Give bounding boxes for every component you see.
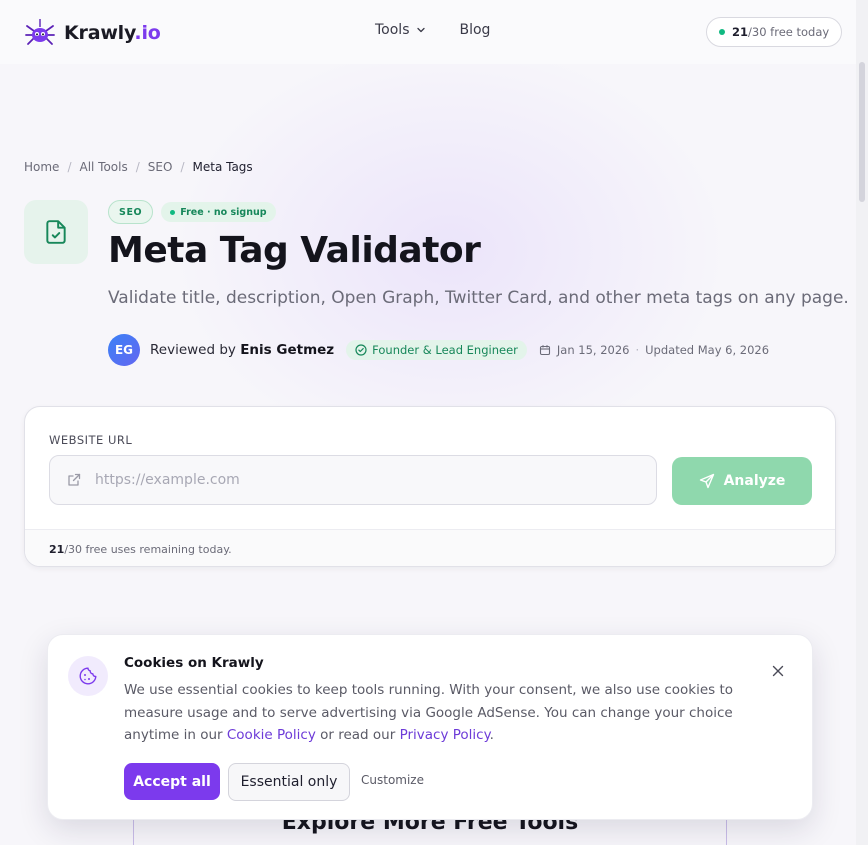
close-icon (772, 665, 784, 677)
check-circle-icon (355, 344, 367, 356)
usage-remaining-text: /30 free uses remaining today. (64, 542, 232, 556)
brand-name: Krawly.io (64, 22, 161, 44)
calendar-icon (539, 345, 550, 356)
avatar: EG (108, 334, 140, 366)
scrollbar-thumb[interactable] (859, 62, 865, 202)
reviewed-by-text: Reviewed by Enis Getmez (150, 342, 335, 358)
usage-remaining: 21/30 free uses remaining today. (25, 529, 835, 566)
category-badge: SEO (108, 200, 154, 224)
cookie-icon (68, 656, 108, 696)
accept-all-button[interactable]: Accept all (124, 763, 220, 800)
chevron-down-icon (416, 27, 425, 33)
publish-dates: Jan 15, 2026 · Updated May 6, 2026 (539, 343, 769, 357)
usage-counter-text: 21/30 free today (732, 25, 830, 39)
updated-date: Updated May 6, 2026 (645, 343, 770, 357)
date-separator: · (635, 343, 640, 357)
analyze-button-label: Analyze (723, 473, 786, 489)
analyze-button[interactable]: Analyze (672, 457, 812, 505)
url-field-label: WEBSITE URL (49, 433, 133, 447)
breadcrumb-separator: / (67, 160, 72, 174)
reviewer-name: Enis Getmez (240, 342, 335, 358)
tool-badges: SEO Free · no signup (108, 200, 276, 224)
breadcrumb-home[interactable]: Home (24, 160, 59, 174)
status-dot (170, 209, 176, 215)
nav-blog[interactable]: Blog (460, 22, 491, 38)
free-badge: Free · no signup (161, 202, 276, 222)
nav-tools-label: Tools (375, 22, 410, 38)
site-header: Krawly.io Tools Blog 21/30 free today (0, 0, 856, 64)
customize-button[interactable]: Customize (361, 773, 424, 787)
breadcrumb-separator: / (135, 160, 140, 174)
file-check-icon (46, 220, 66, 244)
breadcrumb-current: Meta Tags (192, 160, 253, 174)
cookie-banner: Cookies on Krawly We use essential cooki… (47, 634, 813, 820)
url-input-wrapper[interactable] (49, 455, 657, 505)
cookie-banner-text: We use essential cookies to keep tools r… (124, 682, 734, 743)
send-icon (699, 473, 714, 489)
nav-blog-label: Blog (459, 22, 491, 38)
reviewer-role: Founder & Lead Engineer (372, 343, 518, 357)
cookie-banner-title: Cookies on Krawly (124, 655, 264, 671)
main-nav: Tools Blog (375, 22, 490, 38)
external-link-icon (68, 473, 81, 486)
reviewer-role-badge: Founder & Lead Engineer (346, 340, 527, 360)
status-dot (719, 29, 725, 35)
tool-input-card: WEBSITE URL Analyze 21/30 free uses rema… (24, 406, 836, 567)
brand-logo[interactable]: Krawly.io (24, 17, 161, 49)
breadcrumb-separator: / (180, 160, 185, 174)
reviewer-row: EG Reviewed by Enis Getmez Founder & Lea… (108, 334, 769, 366)
tool-icon-tile (24, 200, 88, 264)
usage-counter-pill: 21/30 free today (706, 17, 843, 47)
usage-remaining-count: 21 (49, 542, 65, 556)
privacy-policy-link[interactable]: Privacy Policy (400, 727, 490, 743)
free-badge-label: Free · no signup (180, 206, 267, 218)
close-button[interactable] (768, 661, 788, 681)
page-subtitle: Validate title, description, Open Graph,… (108, 288, 849, 308)
spider-logo-icon (25, 19, 55, 45)
breadcrumb: Home / All Tools / SEO / Meta Tags (24, 160, 253, 174)
breadcrumb-all-tools[interactable]: All Tools (79, 160, 127, 174)
cookie-glyph-icon (79, 667, 97, 685)
nav-tools[interactable]: Tools (375, 22, 426, 38)
breadcrumb-seo[interactable]: SEO (148, 160, 173, 174)
url-input[interactable] (95, 472, 615, 488)
essential-only-button[interactable]: Essential only (228, 763, 350, 801)
cookie-policy-link[interactable]: Cookie Policy (227, 727, 316, 743)
published-date: Jan 15, 2026 (556, 343, 630, 357)
page-title: Meta Tag Validator (108, 230, 481, 271)
